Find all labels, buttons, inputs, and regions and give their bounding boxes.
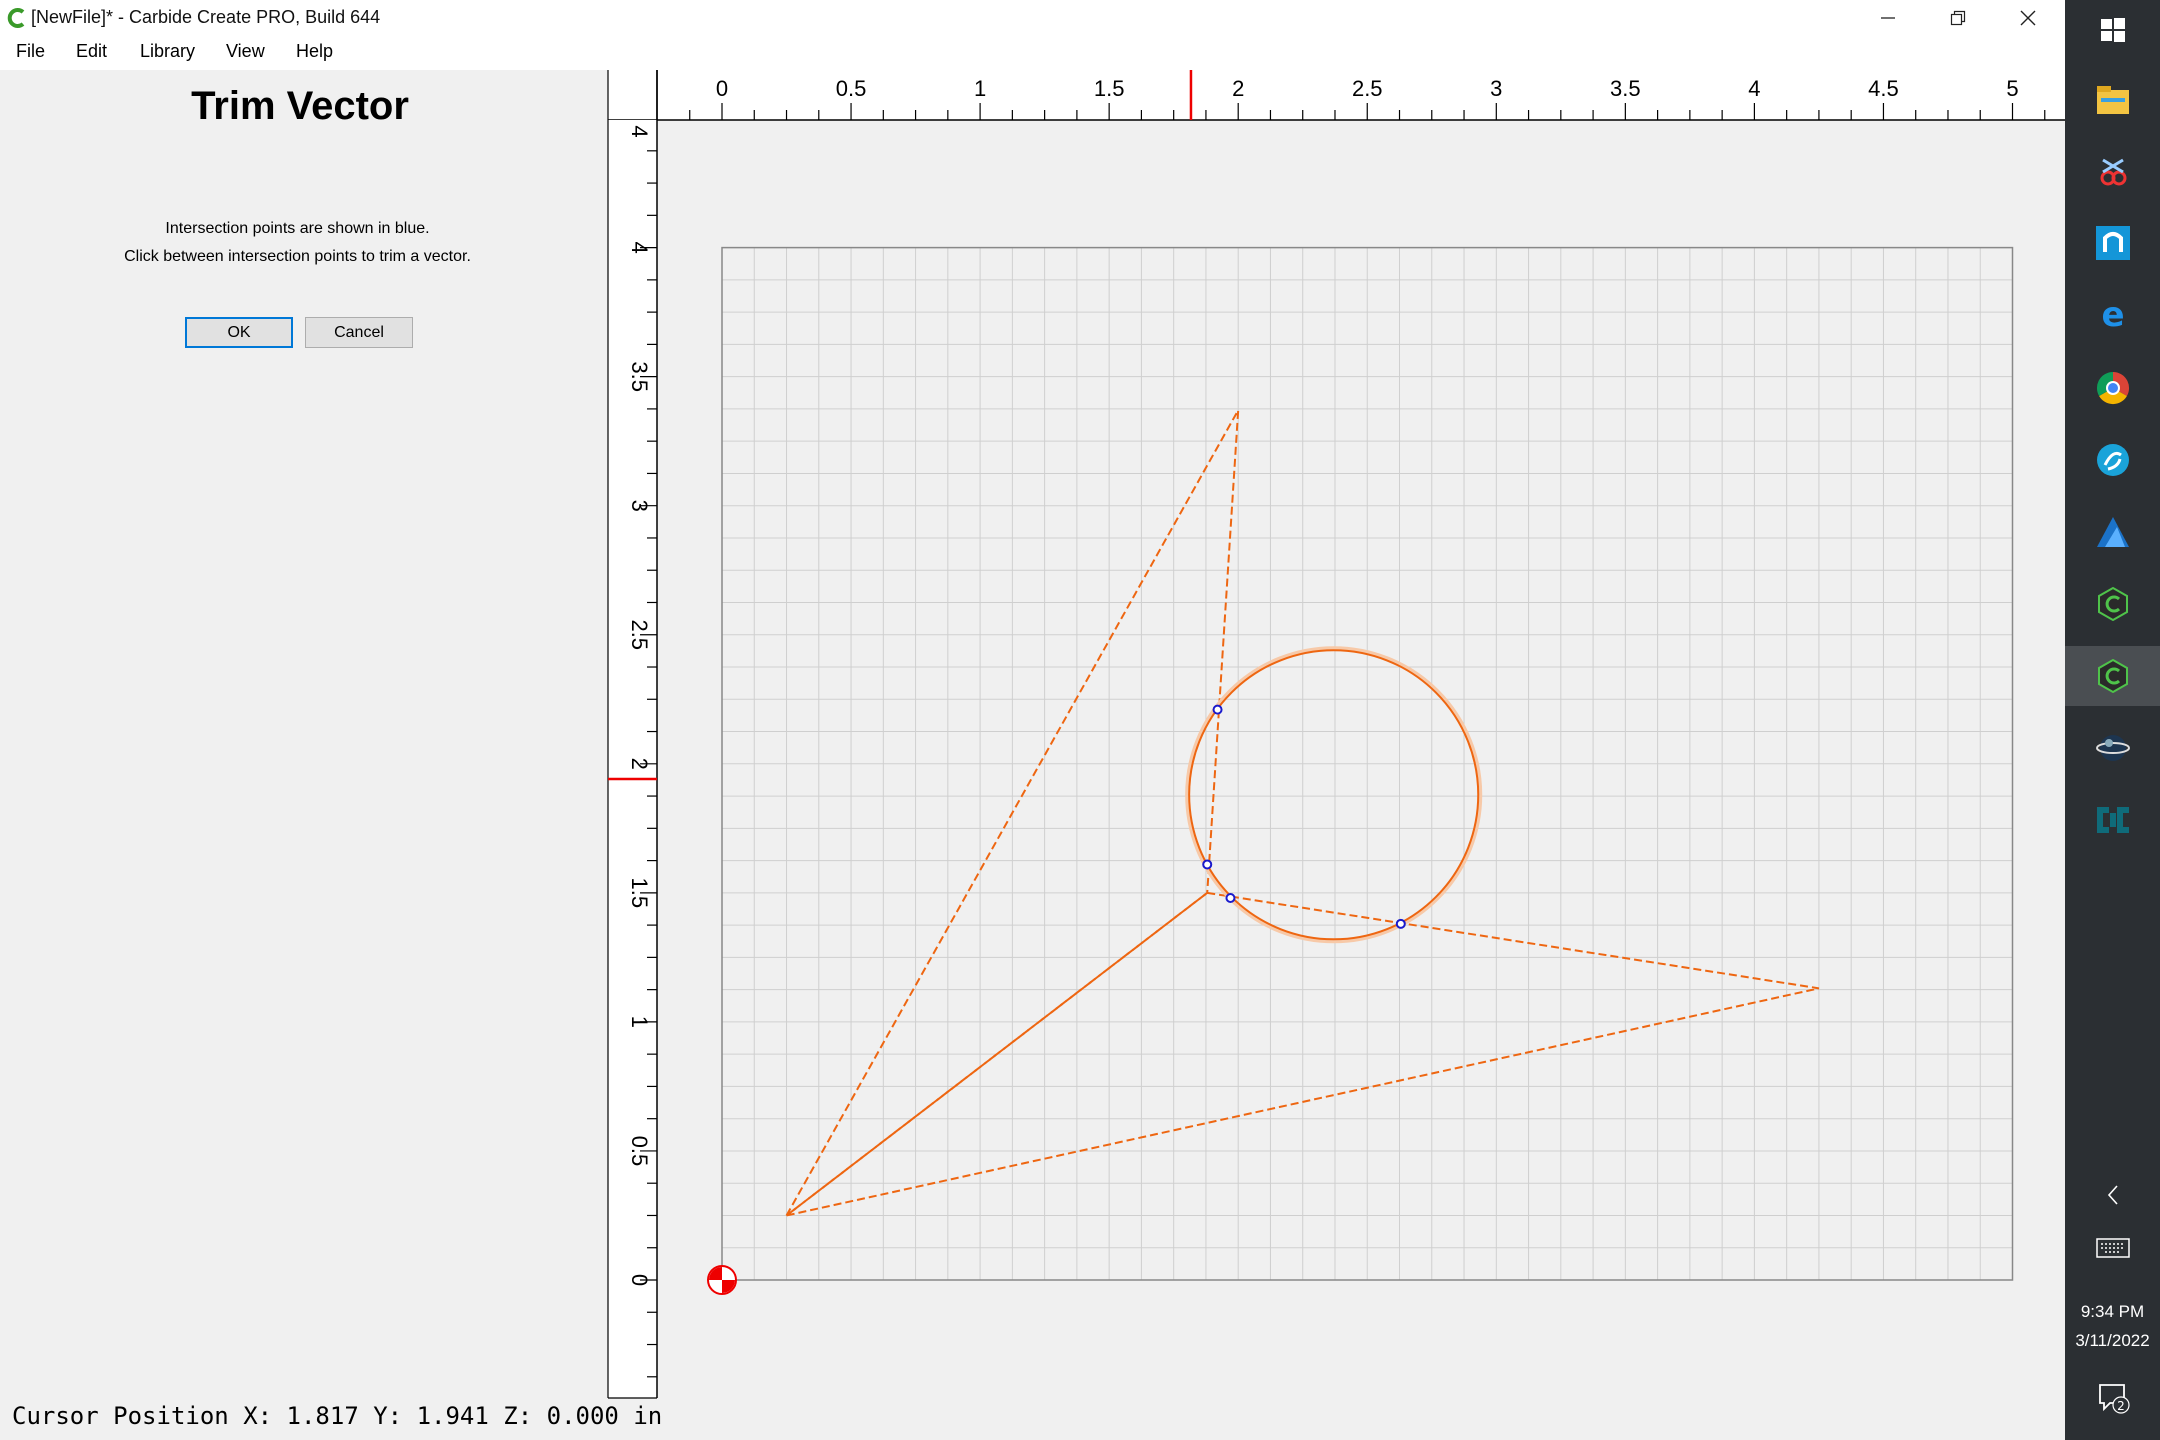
ruler-y-label: 1.5 — [627, 878, 652, 909]
cnc-app-icon[interactable] — [2065, 790, 2160, 850]
chrome-icon[interactable] — [2065, 358, 2160, 418]
design-canvas[interactable]: 0 0.5 1 1.5 2 2.5 3 3.5 4 4.5 5 0 0.5 1 1.5 2 2.5 3 3.5 4 4 — [0, 0, 2065, 1440]
taskbar: e 9:34 PM 3/11/2022 2 — [2065, 0, 2160, 1440]
canvas-background — [608, 70, 2065, 1398]
ruler-x-label: 3.5 — [1610, 76, 1641, 101]
ruler-y-label: 0.5 — [627, 1136, 652, 1167]
ruler-x-label: 0.5 — [836, 76, 867, 101]
cursor-position-readout: Cursor Position X: 1.817 Y: 1.941 Z: 0.0… — [12, 1402, 663, 1430]
svg-text:e: e — [2101, 298, 2124, 332]
carbide-create-active-icon[interactable] — [2065, 646, 2160, 706]
grid — [721, 247, 2013, 1281]
ruler-y-label: 0 — [627, 1274, 652, 1286]
ruler-x-label: 4 — [1748, 76, 1760, 101]
ruler-y-label: 3.5 — [627, 361, 652, 392]
vertical-ruler: 0 0.5 1 1.5 2 2.5 3 3.5 4 4 — [607, 70, 658, 1399]
intersection-point[interactable] — [1212, 704, 1223, 715]
windows-logo-icon[interactable] — [2065, 0, 2160, 60]
ruler-x-label: 3 — [1490, 76, 1502, 101]
ruler-top-bg — [608, 70, 2065, 120]
ruler-y-label: 4 — [627, 241, 652, 253]
file-explorer-icon[interactable] — [2065, 70, 2160, 130]
keyboard-icon[interactable] — [2065, 1218, 2160, 1278]
carbide-create-icon[interactable] — [2065, 574, 2160, 634]
intersection-point[interactable] — [1225, 893, 1236, 904]
ruler-x-label: 4.5 — [1868, 76, 1899, 101]
ruler-x-label: 2.5 — [1352, 76, 1383, 101]
intersection-point[interactable] — [1395, 918, 1406, 929]
clock-time[interactable]: 9:34 PM — [2065, 1302, 2160, 1322]
affinity-designer-icon[interactable] — [2065, 502, 2160, 562]
ruler-y-label: 2.5 — [627, 619, 652, 650]
horizontal-ruler: 0 0.5 1 1.5 2 2.5 3 3.5 4 4.5 5 — [608, 70, 2065, 121]
ruler-x-label: 1 — [974, 76, 986, 101]
notification-count: 2 — [2117, 1399, 2125, 1413]
snipping-tool-icon[interactable] — [2065, 142, 2160, 202]
ruler-y-label: 2 — [627, 758, 652, 770]
ruler-y-label: 1 — [627, 1016, 652, 1028]
intersection-point[interactable] — [1202, 859, 1213, 870]
ruler-y-label: 4 — [627, 125, 652, 137]
ruler-x-label: 5 — [2006, 76, 2018, 101]
globe-app-icon[interactable] — [2065, 718, 2160, 778]
origin-marker-icon — [707, 1265, 737, 1295]
ruler-x-label: 2 — [1232, 76, 1244, 101]
clock-date[interactable]: 3/11/2022 — [2065, 1331, 2160, 1351]
ruler-y-label: 3 — [627, 500, 652, 512]
app-n-icon[interactable] — [2065, 213, 2160, 273]
notification-icon[interactable]: 2 — [2065, 1368, 2160, 1428]
app-swirl-icon[interactable] — [2065, 430, 2160, 490]
ruler-x-label: 0 — [716, 76, 728, 101]
chevron-left-icon[interactable] — [2065, 1165, 2160, 1225]
edge-icon[interactable]: e — [2065, 285, 2160, 345]
ruler-x-label: 1.5 — [1094, 76, 1125, 101]
